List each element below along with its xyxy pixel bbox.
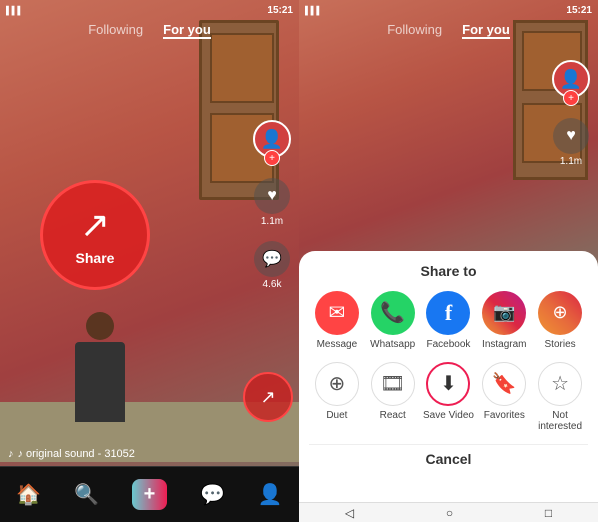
nav-add-left[interactable]: + <box>132 479 168 510</box>
nav-tabs-right: Following For you <box>299 22 598 39</box>
save-video-icon: ⬇ <box>426 362 470 406</box>
comment-icon-left: 💬 <box>254 241 290 277</box>
share-message-btn[interactable]: ✉ Message <box>311 291 363 350</box>
not-interested-icon: ☆ <box>538 362 582 406</box>
person-head-left <box>86 312 114 340</box>
signal-icon-right: ▌▌▌ <box>305 6 322 15</box>
music-note-icon: ♪ <box>8 448 14 460</box>
status-bar-right: ▌▌▌ 15:21 <box>299 0 598 20</box>
share-to-title: Share to <box>309 263 588 279</box>
person-left <box>60 312 140 442</box>
follow-plus-left[interactable]: + <box>264 150 280 166</box>
time-left: 15:21 <box>267 5 293 16</box>
follow-plus-right[interactable]: + <box>563 90 579 106</box>
recents-icon-right[interactable]: □ <box>545 506 552 520</box>
status-left-right: ▌▌▌ <box>305 6 322 15</box>
nav-search-left[interactable]: 🔍 <box>74 482 99 507</box>
share-facebook-btn[interactable]: f Facebook <box>422 291 474 350</box>
tab-foryou-left[interactable]: For you <box>163 22 211 39</box>
comment-count-left: 4.6k <box>263 279 282 290</box>
side-icons-right: 👤 + ♥ 1.1m <box>552 60 590 167</box>
creator-avatar-left[interactable]: 👤 + <box>253 120 291 158</box>
left-panel: ▌▌▌ 15:21 Following For you 👤 + ♥ 1.1m 💬… <box>0 0 299 522</box>
person-body-left <box>75 342 125 422</box>
duet-icon: ⊕ <box>315 362 359 406</box>
instagram-icon: 📷 <box>482 291 526 335</box>
nav-inbox-left[interactable]: 💬 <box>200 482 225 507</box>
share-row-1: ✉ Message 📞 Whatsapp f Facebook 📷 Instag… <box>309 291 588 350</box>
music-info-left: ♪ ♪ original sound - 31052 <box>8 448 135 460</box>
facebook-icon: f <box>426 291 470 335</box>
nav-tabs-left: Following For you <box>0 22 299 39</box>
share-favorites-btn[interactable]: 🔖 Favorites <box>478 362 530 432</box>
whatsapp-icon: 📞 <box>371 291 415 335</box>
react-label: React <box>380 410 406 421</box>
heart-icon-right: ♥ <box>553 118 589 154</box>
small-share-circle[interactable]: ↗ <box>243 372 293 422</box>
tab-following-right[interactable]: Following <box>387 22 442 39</box>
not-interested-label: Not interested <box>534 410 586 432</box>
sys-bar-right: ◁ ○ □ <box>299 502 598 522</box>
share-icon-small: ↗ <box>260 387 275 408</box>
heart-count-left: 1.1m <box>261 216 283 227</box>
back-icon-right[interactable]: ◁ <box>345 506 354 520</box>
tab-foryou-right[interactable]: For you <box>462 22 510 39</box>
big-share-circle[interactable]: ↗ Share <box>40 180 150 290</box>
heart-btn-right[interactable]: ♥ 1.1m <box>553 118 589 167</box>
share-duet-btn[interactable]: ⊕ Duet <box>311 362 363 432</box>
share-sheet: Share to ✉ Message 📞 Whatsapp f Facebook… <box>299 251 598 522</box>
save-video-label: Save Video <box>423 410 474 421</box>
share-stories-btn[interactable]: ⊕ Stories <box>534 291 586 350</box>
status-right-left: 15:21 <box>267 5 293 16</box>
share-react-btn[interactable]: 🎞 React <box>367 362 419 432</box>
heart-count-right: 1.1m <box>560 156 582 167</box>
time-right: 15:21 <box>566 5 592 16</box>
status-left-left: ▌▌▌ <box>6 6 23 15</box>
home-icon-right[interactable]: ○ <box>446 506 453 520</box>
share-save-video-btn[interactable]: ⬇ Save Video <box>422 362 474 432</box>
share-instagram-btn[interactable]: 📷 Instagram <box>478 291 530 350</box>
whatsapp-label: Whatsapp <box>370 339 415 350</box>
heart-icon-left: ♥ <box>254 178 290 214</box>
nav-home-left[interactable]: 🏠 <box>16 482 41 507</box>
favorites-label: Favorites <box>484 410 525 421</box>
share-label-big: Share <box>76 250 115 266</box>
message-icon: ✉ <box>315 291 359 335</box>
original-sound-text: ♪ original sound - 31052 <box>18 448 135 460</box>
stories-label: Stories <box>545 339 576 350</box>
side-icons-left: 👤 + ♥ 1.1m 💬 4.6k <box>253 120 291 290</box>
tab-following-left[interactable]: Following <box>88 22 143 39</box>
creator-avatar-right[interactable]: 👤 + <box>552 60 590 98</box>
heart-btn-left[interactable]: ♥ 1.1m <box>254 178 290 227</box>
comment-btn-left[interactable]: 💬 4.6k <box>254 241 290 290</box>
right-panel: ▌▌▌ 15:21 Following For you 👤 + ♥ 1.1m S… <box>299 0 598 522</box>
share-row-2: ⊕ Duet 🎞 React ⬇ Save Video 🔖 Favorites … <box>309 362 588 432</box>
share-not-interested-btn[interactable]: ☆ Not interested <box>534 362 586 432</box>
duet-label: Duet <box>326 410 347 421</box>
signal-icon-left: ▌▌▌ <box>6 6 23 15</box>
facebook-label: Facebook <box>427 339 471 350</box>
status-right-right: 15:21 <box>566 5 592 16</box>
share-icon-big: ↗ <box>80 204 110 246</box>
favorites-icon: 🔖 <box>482 362 526 406</box>
bottom-nav-left: 🏠 🔍 + 💬 👤 <box>0 466 299 522</box>
react-icon: 🎞 <box>371 362 415 406</box>
nav-profile-left[interactable]: 👤 <box>258 482 283 507</box>
instagram-label: Instagram <box>482 339 526 350</box>
stories-icon: ⊕ <box>538 291 582 335</box>
share-whatsapp-btn[interactable]: 📞 Whatsapp <box>367 291 419 350</box>
cancel-button[interactable]: Cancel <box>309 444 588 473</box>
status-bar-left: ▌▌▌ 15:21 <box>0 0 299 20</box>
message-label: Message <box>317 339 358 350</box>
door-panel-top-left <box>210 33 274 103</box>
bottom-info-left: ♪ ♪ original sound - 31052 <box>8 448 135 460</box>
